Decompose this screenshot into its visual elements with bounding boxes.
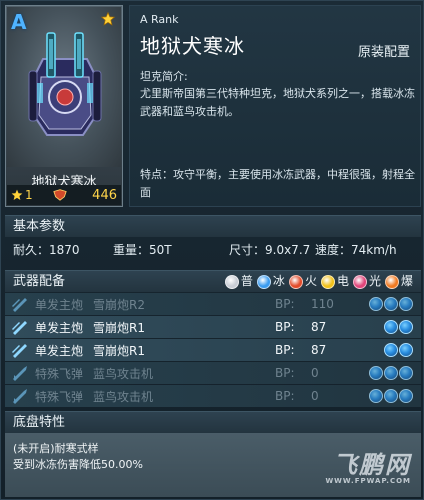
element-3-label: 电 [336, 274, 349, 288]
tank-info: A Rank 地狱犬寒冰 原装配置 坦克简介: 尤里斯帝国第三代特种坦克，地狱犬… [129, 5, 421, 207]
element-0-icon [224, 274, 239, 289]
weapon-type: 特殊飞弹 [35, 389, 84, 404]
weapon-bp-value: 0 [311, 366, 319, 380]
ice-slot-icon [369, 297, 383, 311]
ice-slot-icon [399, 343, 413, 357]
tank-power: 446 [92, 187, 117, 203]
tank-card[interactable]: A 地狱犬寒冰 1 446 [5, 5, 123, 207]
cannon-icon [12, 321, 27, 335]
element-4-icon [352, 274, 367, 289]
element-4-label: 光 [368, 274, 381, 288]
cannon-icon [12, 344, 27, 358]
weapon-name: 雪崩炮R2 [93, 297, 145, 312]
element-2-label: 火 [304, 274, 317, 288]
weapon-slots [369, 389, 413, 403]
element-1-label: 冰 [272, 274, 285, 288]
page-title: 地狱犬寒冰 [140, 34, 245, 58]
intro-text: 尤里斯帝国第三代特种坦克，地狱犬系列之一，搭载冰冻武器和蓝鸟攻击机。 [140, 87, 415, 118]
tank-icon [28, 32, 102, 136]
level-star-icon [11, 189, 23, 201]
chassis-traits: (未开启)耐寒式样 受到冰冻伤害降低50.00% 飞鹏网 WWW.FPWAP.C… [5, 433, 421, 497]
watermark-logo: 飞鹏网 [333, 451, 411, 479]
missile-icon [13, 389, 27, 404]
weapon-bp-label: BP: [275, 389, 295, 403]
tank-portrait: A [7, 7, 121, 167]
weapon-slots [384, 320, 413, 334]
element-5-label: 爆 [400, 274, 413, 288]
card-footer: 1 446 [7, 185, 121, 205]
weapon-list: 单发主炮 雪崩炮R2 BP: 110 单发主炮 雪崩炮R1 BP: 87 单发主炮 雪崩炮R1 BP… [5, 293, 421, 408]
chassis-title: 底盘特性 [13, 415, 66, 430]
site-watermark: 飞鹏网 WWW.FPWAP.COM [325, 451, 411, 489]
ice-slot-icon [384, 320, 398, 334]
missile-icon [13, 366, 27, 381]
weapon-row[interactable]: 单发主炮 雪崩炮R1 BP: 87 [5, 339, 421, 361]
weapon-bp-value: 110 [311, 297, 334, 311]
weapon-bp-label: BP: [275, 366, 295, 380]
power-icon [52, 189, 67, 201]
weapon-type: 特殊飞弹 [35, 366, 84, 381]
intro-label: 坦克简介: [140, 70, 188, 83]
rank-badge: A [11, 10, 27, 34]
weapon-bp-value: 87 [311, 320, 327, 334]
favorite-star-icon[interactable] [101, 12, 115, 26]
weapon-row[interactable]: 特殊飞弹 蓝鸟攻击机 BP: 0 [5, 385, 421, 407]
element-5-icon [384, 274, 399, 289]
weight: 重量：50T [113, 243, 172, 257]
element-2-icon [288, 274, 303, 289]
ice-slot-icon [369, 366, 383, 380]
weapon-bp-label: BP: [275, 297, 295, 311]
weapon-type: 单发主炮 [35, 297, 84, 312]
size: 尺寸：9.0x7.7 [229, 243, 311, 257]
weapon-type: 单发主炮 [35, 343, 84, 358]
ice-slot-icon [399, 366, 413, 380]
element-legend: 普冰火电光爆 [224, 271, 415, 292]
weapon-row[interactable]: 特殊飞弹 蓝鸟攻击机 BP: 0 [5, 362, 421, 384]
weapon-name: 雪崩炮R1 [93, 320, 145, 335]
weapon-bp-label: BP: [275, 320, 295, 334]
cannon-icon [12, 298, 27, 312]
element-3-icon [320, 274, 335, 289]
ice-slot-icon [369, 389, 383, 403]
weapons-header: 武器配备 普 冰 火 电 光 爆 [5, 270, 421, 292]
weapon-type: 单发主炮 [35, 320, 84, 335]
weapon-row[interactable]: 单发主炮 雪崩炮R2 BP: 110 [5, 293, 421, 315]
rank-label: A Rank [140, 13, 179, 26]
config-label[interactable]: 原装配置 [358, 41, 410, 60]
ice-slot-icon [384, 366, 398, 380]
speed: 速度：74km/h [315, 243, 397, 257]
watermark-url: WWW.FPWAP.COM [325, 477, 411, 485]
chassis-header: 底盘特性 [5, 411, 421, 433]
ice-slot-icon [384, 389, 398, 403]
weapon-bp-value: 0 [311, 389, 319, 403]
tank-level: 1 [25, 188, 33, 202]
weapon-row[interactable]: 单发主炮 雪崩炮R1 BP: 87 [5, 316, 421, 338]
ice-slot-icon [384, 297, 398, 311]
weapon-bp-value: 87 [311, 343, 327, 357]
basic-params-header: 基本参数 [5, 215, 421, 237]
element-0-label: 普 [240, 274, 253, 288]
feature-text: 特点：攻守平衡，主要使用冰冻武器，中程很强，射程全面 [140, 168, 415, 199]
weapon-name: 蓝鸟攻击机 [93, 389, 154, 404]
weapon-name: 蓝鸟攻击机 [93, 366, 154, 381]
weapon-slots [369, 366, 413, 380]
ice-slot-icon [384, 343, 398, 357]
weapon-slots [369, 297, 413, 311]
ice-slot-icon [399, 389, 413, 403]
weapon-bp-label: BP: [275, 343, 295, 357]
tank-detail-panel: A 地狱犬寒冰 1 446 A Rank 地狱犬寒冰 原装配置 坦克简介: 尤里… [0, 0, 424, 500]
ice-slot-icon [399, 320, 413, 334]
ice-slot-icon [399, 297, 413, 311]
basic-params: 耐久：1870 重量：50T 尺寸：9.0x7.7 速度：74km/h [5, 238, 421, 262]
weapon-name: 雪崩炮R1 [93, 343, 145, 358]
weapons-title: 武器配备 [13, 274, 66, 289]
weapon-slots [384, 343, 413, 357]
element-1-icon [256, 274, 271, 289]
durability: 耐久：1870 [13, 243, 80, 257]
basic-params-title: 基本参数 [13, 219, 66, 234]
